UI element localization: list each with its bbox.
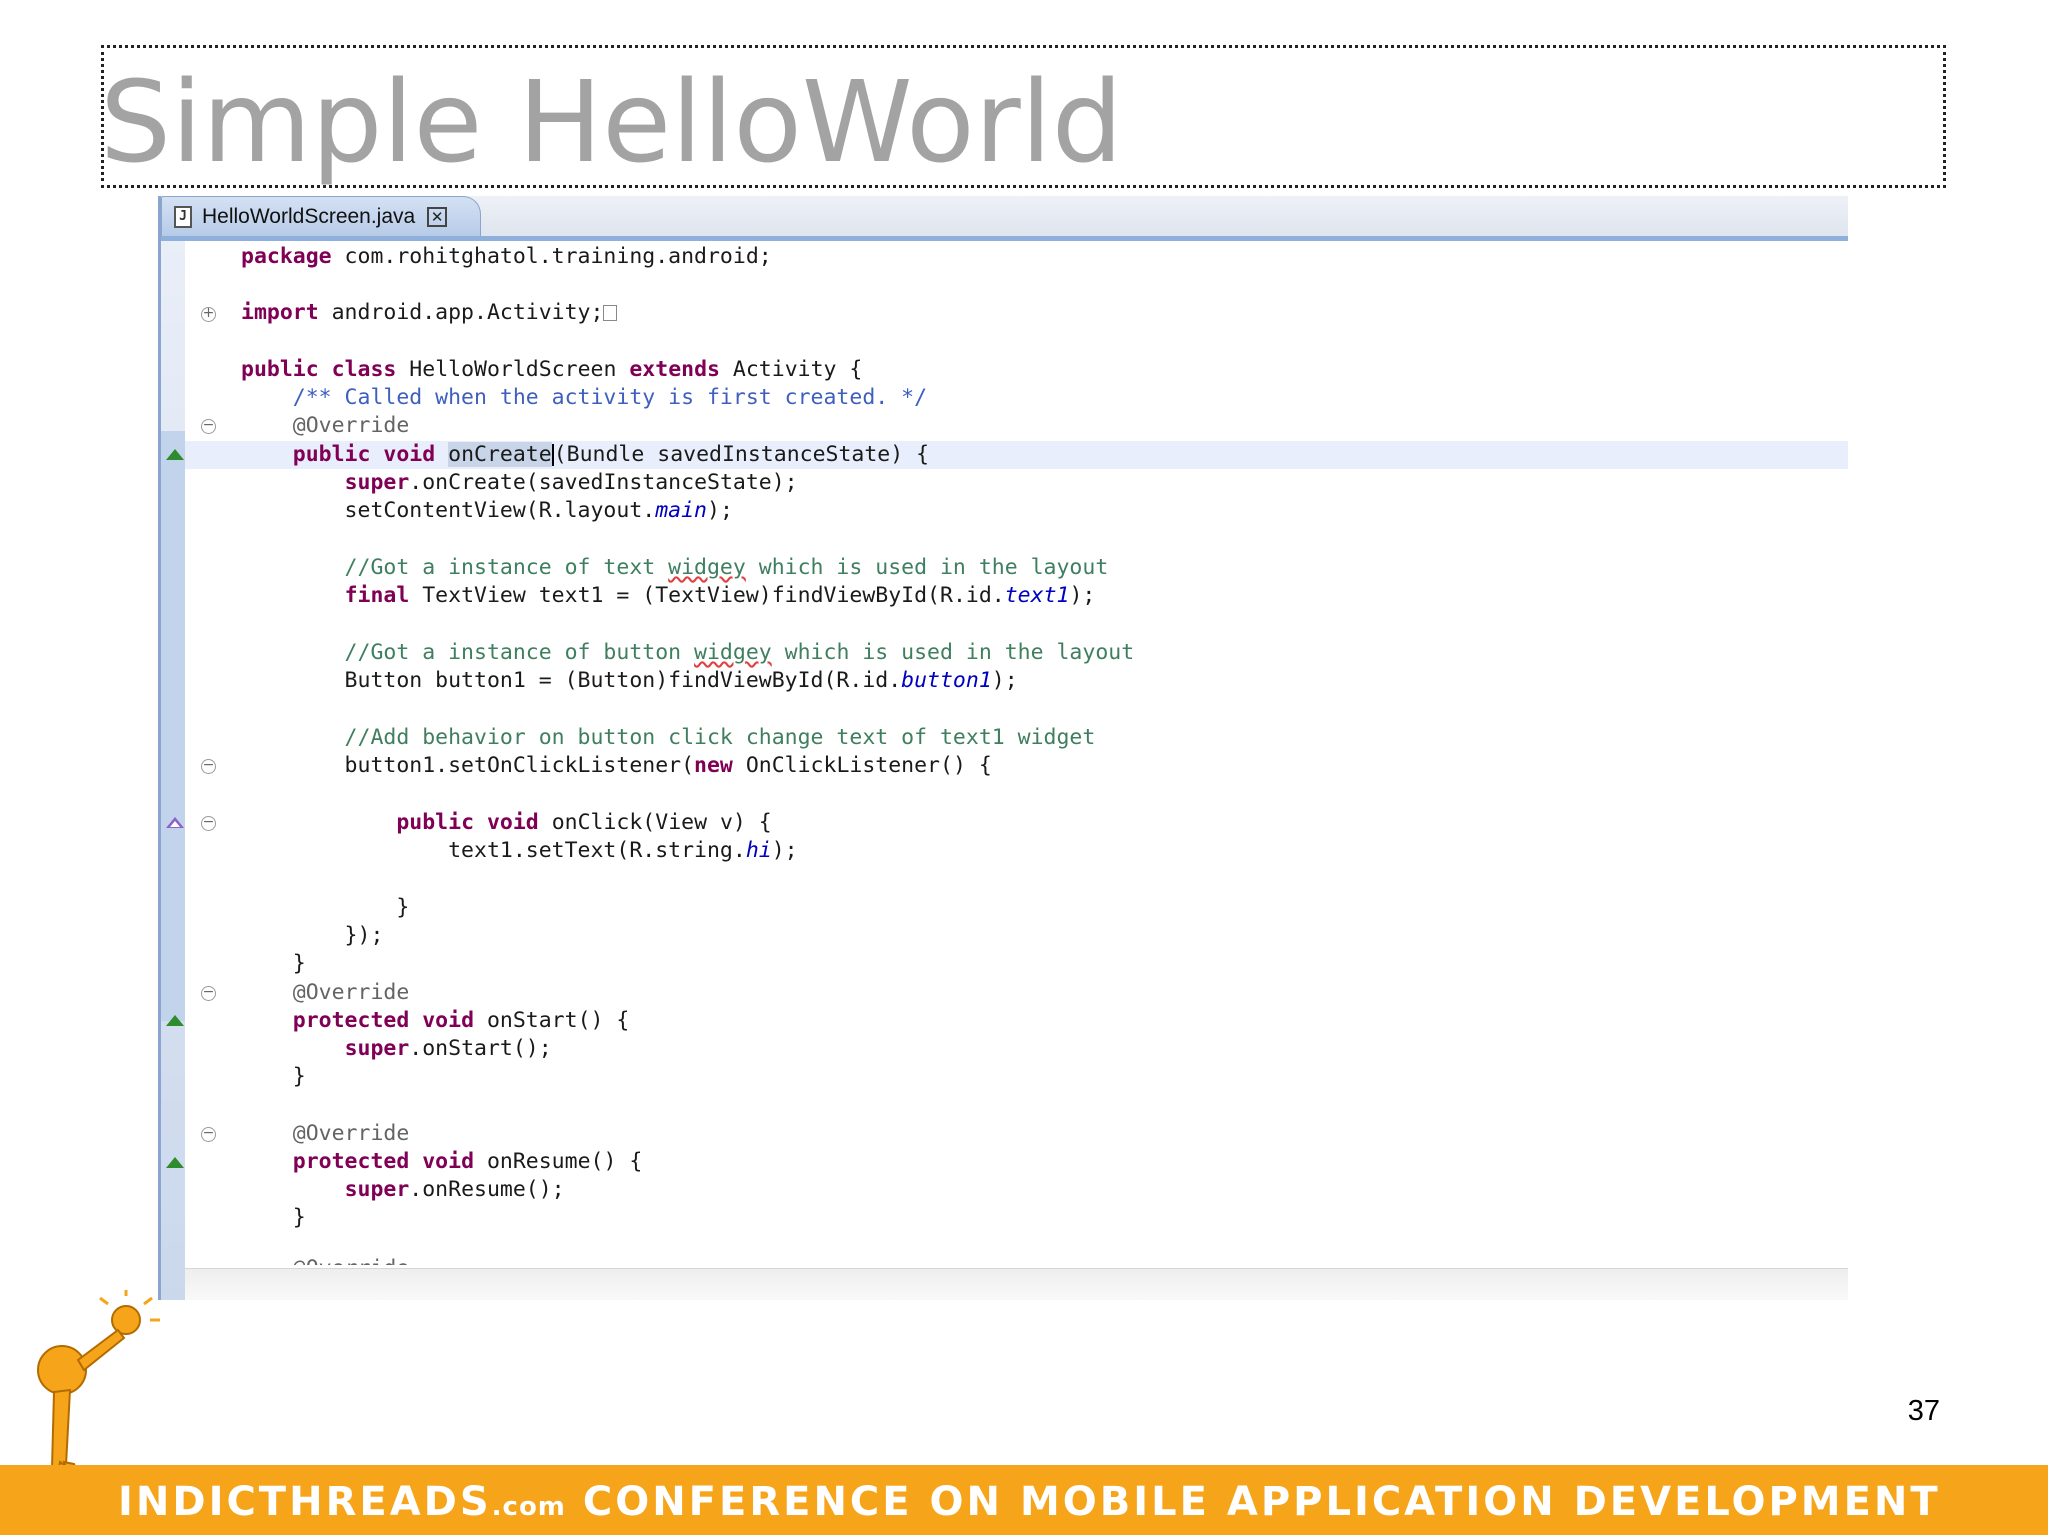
code-line: //Got a instance of button widgey which … bbox=[241, 640, 1135, 665]
code-line: package com.rohitghatol.training.android… bbox=[241, 244, 772, 269]
code-line: protected void onStart() { bbox=[292, 1008, 630, 1033]
code-line: @Override bbox=[241, 413, 410, 438]
footer-brand: INDICTHREADS bbox=[118, 1479, 492, 1525]
editor-tab[interactable]: J HelloWorldScreen.java ✕ bbox=[161, 196, 481, 236]
code-line: super.onCreate(savedInstanceState); bbox=[344, 470, 798, 495]
code-line: text1.setText(R.string.hi); bbox=[241, 838, 798, 863]
code-area[interactable]: package com.rohitghatol.training.android… bbox=[185, 241, 1848, 1265]
override-marker-icon[interactable] bbox=[166, 449, 184, 460]
collapsed-imports-box[interactable] bbox=[603, 305, 618, 321]
editor-tab-bar: J HelloWorldScreen.java ✕ bbox=[161, 196, 1848, 241]
footer-brand-suffix: .com bbox=[491, 1492, 566, 1522]
close-icon[interactable]: ✕ bbox=[427, 206, 448, 227]
page-number: 37 bbox=[1907, 1395, 1940, 1427]
code-line: }); bbox=[241, 923, 384, 948]
override-marker-icon[interactable] bbox=[166, 1157, 184, 1168]
code-line: setContentView(R.layout.main); bbox=[241, 498, 733, 523]
code-line: public void onClick(View v) { bbox=[396, 810, 772, 835]
left-ruler bbox=[161, 241, 185, 1300]
horizontal-scrollbar[interactable] bbox=[185, 1268, 1848, 1300]
code-editor: J HelloWorldScreen.java ✕ package com.ro… bbox=[158, 196, 1848, 1300]
code-line: super.onStart(); bbox=[344, 1036, 552, 1061]
code-line: //Add behavior on button click change te… bbox=[241, 725, 1096, 750]
code-line-current: public void onCreate(Bundle savedInstanc… bbox=[185, 441, 1848, 469]
collapse-fold-icon[interactable]: − bbox=[201, 1126, 216, 1142]
code-line: Button button1 = (Button)findViewById(R.… bbox=[241, 668, 1018, 693]
code-line: } bbox=[241, 1064, 306, 1089]
code-line-partial: @Override bbox=[241, 1255, 1848, 1265]
code-line: @Override bbox=[241, 980, 410, 1005]
collapse-fold-icon[interactable]: − bbox=[201, 815, 216, 831]
code-line: } bbox=[241, 1205, 306, 1230]
code-line: protected void onResume() { bbox=[292, 1149, 643, 1174]
code-line: import android.app.Activity; bbox=[241, 299, 1848, 327]
footer-tagline: CONFERENCE ON MOBILE APPLICATION DEVELOP… bbox=[582, 1479, 1941, 1525]
implements-marker-icon[interactable] bbox=[166, 817, 184, 828]
code-line: //Got a instance of text widgey which is… bbox=[241, 555, 1109, 580]
collapse-fold-icon[interactable]: − bbox=[201, 418, 216, 434]
code-line: super.onResume(); bbox=[344, 1177, 565, 1202]
footer-banner-text: INDICTHREADS.com CONFERENCE ON MOBILE AP… bbox=[118, 1476, 1941, 1533]
collapse-fold-icon[interactable]: − bbox=[201, 758, 216, 774]
code-line: public class HelloWorldScreen extends Ac… bbox=[241, 357, 863, 382]
code-line: @Override bbox=[241, 1121, 410, 1146]
override-marker-icon[interactable] bbox=[166, 1015, 184, 1026]
code-line: } bbox=[241, 951, 306, 976]
slide-title: Simple HelloWorld bbox=[100, 58, 1123, 188]
code-line: /** Called when the activity is first cr… bbox=[241, 385, 928, 410]
expand-fold-icon[interactable]: + bbox=[201, 306, 216, 322]
tab-filename: HelloWorldScreen.java bbox=[202, 204, 416, 228]
code-line: button1.setOnClickListener(new OnClickLi… bbox=[241, 753, 992, 778]
collapse-fold-icon[interactable]: − bbox=[201, 985, 216, 1001]
ruler-selection-band bbox=[161, 431, 185, 1021]
java-file-icon: J bbox=[174, 205, 192, 228]
code-line: final TextView text1 = (TextView)findVie… bbox=[344, 583, 1096, 608]
code-line: } bbox=[241, 895, 410, 920]
